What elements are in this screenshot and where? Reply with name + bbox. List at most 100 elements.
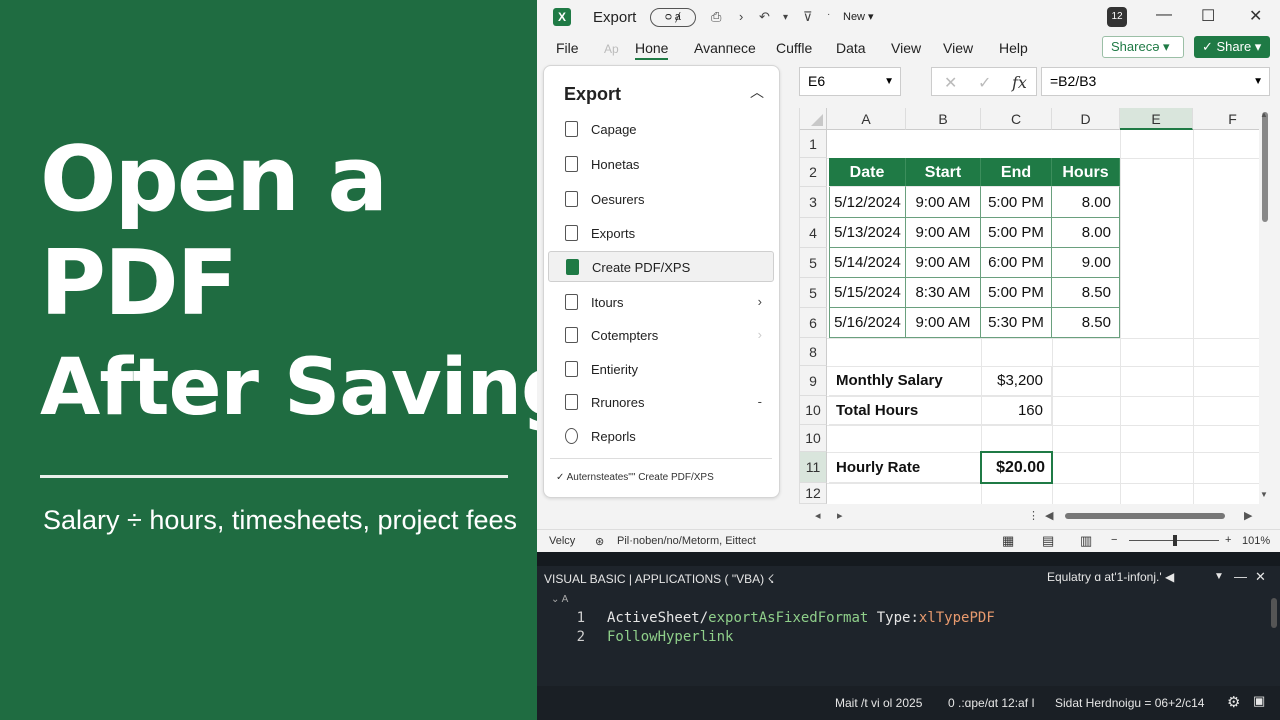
- hourly-rate-label[interactable]: Hourly Rate: [829, 452, 981, 483]
- table-cell[interactable]: 5/15/2024: [829, 278, 906, 308]
- tab-cuffle[interactable]: Cuffle: [776, 40, 812, 56]
- tab-data[interactable]: Data: [836, 40, 866, 56]
- tab-advanced[interactable]: Avanпece: [694, 40, 756, 56]
- chevron-down-icon[interactable]: ▼: [1214, 571, 1224, 582]
- code-line-2[interactable]: 2 FollowHyperlink: [567, 629, 734, 645]
- row-header[interactable]: 11: [800, 452, 827, 483]
- page-break-icon[interactable]: ▥: [1080, 533, 1092, 549]
- row-header[interactable]: 6: [800, 308, 827, 338]
- row-header[interactable]: 3: [800, 187, 827, 218]
- minimize-panel-icon[interactable]: —: [1234, 569, 1247, 584]
- table-cell[interactable]: 5:00 PM: [981, 278, 1052, 308]
- page-layout-icon[interactable]: ▤: [1042, 533, 1054, 549]
- monthly-salary-value[interactable]: $3,200: [981, 366, 1052, 396]
- gear-icon[interactable]: ⚙: [1227, 693, 1240, 711]
- table-header-date[interactable]: Date: [829, 158, 906, 187]
- table-cell[interactable]: 9:00 AM: [906, 187, 981, 218]
- scroll-down-icon[interactable]: ▼: [1260, 490, 1268, 499]
- export-item-create-pdf[interactable]: Create PDF/XPS: [548, 251, 774, 282]
- table-cell[interactable]: 8:30 AM: [906, 278, 981, 308]
- export-item-entierity[interactable]: Entierity: [548, 354, 774, 385]
- scroll-right-icon[interactable]: ▶: [1244, 509, 1252, 522]
- column-header-c[interactable]: C: [981, 108, 1052, 130]
- table-cell[interactable]: 9:00 AM: [906, 308, 981, 338]
- export-item-capage[interactable]: Capage: [548, 114, 774, 145]
- export-item-oesurers[interactable]: Oesurers: [548, 184, 774, 215]
- tab-view-2[interactable]: View: [943, 40, 973, 56]
- monthly-salary-label[interactable]: Monthly Salary: [829, 366, 981, 396]
- accessibility-status[interactable]: Pil·noben/nо/Metorm, Eittect: [617, 535, 756, 547]
- more-options-icon[interactable]: ⋮: [1028, 509, 1039, 522]
- export-item-exports[interactable]: Exports: [548, 218, 774, 249]
- row-header[interactable]: 5: [800, 248, 827, 278]
- share-to-button[interactable]: Shareсә ▾: [1102, 36, 1184, 58]
- hourly-rate-value[interactable]: $20.00: [980, 451, 1053, 484]
- cancel-formula-icon[interactable]: ✕: [944, 73, 957, 93]
- row-header[interactable]: 9: [800, 366, 827, 396]
- scroll-left-icon[interactable]: ◀: [1045, 509, 1053, 522]
- row-header[interactable]: 4: [800, 218, 827, 248]
- row-header[interactable]: 1: [800, 130, 827, 158]
- collapse-icon[interactable]: ⌄ A: [551, 594, 568, 605]
- column-header-e[interactable]: E: [1120, 108, 1193, 130]
- notification-icon[interactable]: ▣: [1253, 693, 1265, 709]
- select-all-corner[interactable]: [800, 108, 827, 130]
- export-item-rrunores[interactable]: Rrunores -: [548, 387, 774, 418]
- column-header-d[interactable]: D: [1052, 108, 1120, 130]
- table-cell[interactable]: 5:30 PM: [981, 308, 1052, 338]
- row-header[interactable]: 12: [800, 483, 827, 504]
- spreadsheet-grid[interactable]: A B C D E F 1 2 3 4 5 5 6 8 9 10 10 11 1…: [799, 108, 1270, 504]
- row-header[interactable]: 5: [800, 278, 827, 308]
- export-item-reporls[interactable]: Reporls: [548, 421, 774, 452]
- tab-file[interactable]: File: [556, 40, 579, 56]
- export-item-honetas[interactable]: Honetas: [548, 149, 774, 180]
- table-cell[interactable]: 6:00 PM: [981, 248, 1052, 278]
- enter-formula-icon[interactable]: ✓: [978, 73, 991, 93]
- tab-ap[interactable]: Ap: [604, 42, 619, 56]
- table-cell[interactable]: 5/13/2024: [829, 218, 906, 248]
- autosave-toggle[interactable]: ᴑ ⱥ: [650, 8, 696, 27]
- normal-view-icon[interactable]: ▦: [1002, 533, 1014, 549]
- table-cell[interactable]: 9:00 AM: [906, 248, 981, 278]
- zoom-level[interactable]: 101%: [1242, 535, 1270, 547]
- maximize-button[interactable]: ☐: [1201, 6, 1215, 26]
- table-header-hours[interactable]: Hours: [1052, 158, 1120, 187]
- close-panel-icon[interactable]: ✕: [1255, 569, 1266, 585]
- chevron-down-icon[interactable]: ▼: [884, 68, 894, 95]
- column-header-b[interactable]: B: [906, 108, 981, 130]
- code-line-1[interactable]: 1 ActiveSheet/exportAsFixedFormat Type:xl…: [567, 610, 995, 626]
- table-cell[interactable]: 5/12/2024: [829, 187, 906, 218]
- formula-input[interactable]: =B2/B3 ▼: [1041, 67, 1270, 96]
- undo-dropdown-icon[interactable]: ▾: [783, 12, 788, 23]
- table-header-start[interactable]: Start: [906, 158, 981, 187]
- horizontal-scroll-thumb[interactable]: [1065, 513, 1225, 519]
- table-cell[interactable]: 8.50: [1052, 308, 1120, 338]
- row-header[interactable]: 2: [800, 158, 827, 187]
- table-cell[interactable]: 8.50: [1052, 278, 1120, 308]
- tab-help[interactable]: Help: [999, 40, 1028, 56]
- export-item-cotempters[interactable]: Cotempters ›: [548, 320, 774, 351]
- row-header[interactable]: 10: [800, 396, 827, 425]
- save-icon[interactable]: ⎙: [711, 9, 721, 25]
- total-hours-value[interactable]: 160: [981, 396, 1052, 425]
- zoom-in-icon[interactable]: +: [1225, 534, 1231, 546]
- row-header[interactable]: 8: [800, 338, 827, 366]
- sheet-prev-icon[interactable]: ◂: [815, 509, 821, 522]
- table-cell[interactable]: 5:00 PM: [981, 218, 1052, 248]
- tab-home[interactable]: Hone: [635, 40, 669, 60]
- account-avatar[interactable]: 12: [1107, 7, 1127, 27]
- zoom-out-icon[interactable]: −: [1111, 534, 1117, 546]
- table-cell[interactable]: 5/16/2024: [829, 308, 906, 338]
- table-cell[interactable]: 8.00: [1052, 218, 1120, 248]
- vertical-scroll-thumb[interactable]: [1262, 112, 1268, 222]
- table-header-end[interactable]: End: [981, 158, 1052, 187]
- chevron-up-icon[interactable]: ︿: [750, 82, 764, 102]
- minimize-button[interactable]: —: [1156, 6, 1172, 24]
- vba-scrollbar[interactable]: [1271, 598, 1277, 628]
- row-header[interactable]: 10: [800, 425, 827, 452]
- undo-icon[interactable]: ↶: [759, 9, 770, 25]
- accessibility-icon[interactable]: ⊛: [595, 535, 604, 548]
- total-hours-label[interactable]: Total Hours: [829, 396, 981, 425]
- customize-icon[interactable]: ⊽: [803, 9, 813, 25]
- table-cell[interactable]: 9:00 AM: [906, 218, 981, 248]
